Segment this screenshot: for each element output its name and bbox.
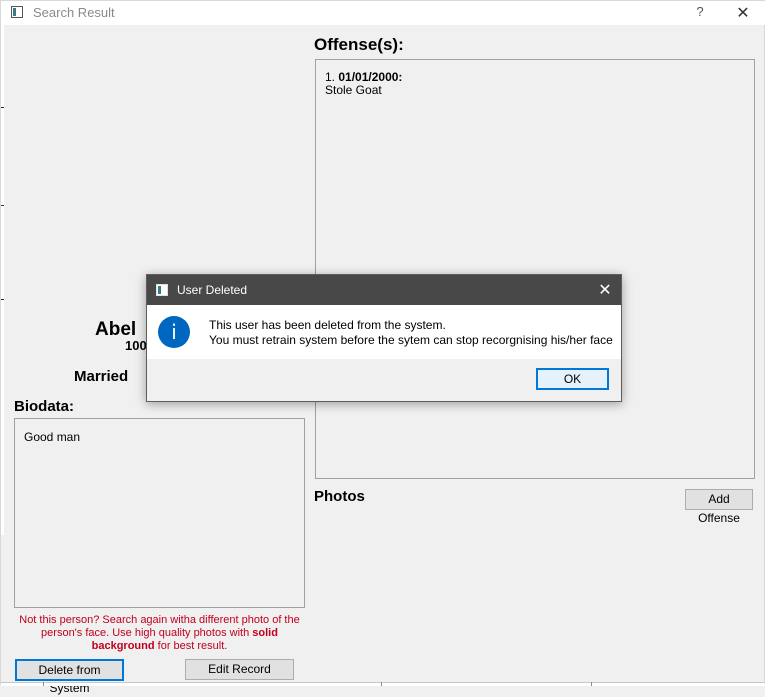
offense-list[interactable]: [315, 59, 755, 479]
help-icon[interactable]: ?: [693, 4, 707, 22]
window-title: Search Result: [33, 5, 115, 20]
dialog-title: User Deleted: [177, 283, 248, 297]
dialog-app-icon: [156, 284, 168, 296]
info-icon: i: [158, 316, 190, 348]
edge-divider: [1, 299, 4, 300]
biodata-textbox[interactable]: [14, 418, 305, 608]
offense-date: 01/01/2000:: [338, 70, 403, 84]
dialog-close-icon[interactable]: ✕: [597, 280, 613, 299]
marital-status: Married: [74, 368, 129, 385]
offense-heading: Offense(s):: [314, 35, 404, 54]
dialog-titlebar[interactable]: User Deleted ✕: [147, 275, 621, 305]
edit-record-button[interactable]: Edit Record: [185, 659, 294, 680]
ok-button[interactable]: OK: [536, 368, 609, 390]
window-titlebar[interactable]: Search Result ? ✕: [1, 1, 765, 25]
biodata-text: Good man: [24, 430, 81, 444]
offense-item: 1. 01/01/2000:: [325, 70, 402, 84]
close-icon[interactable]: ✕: [735, 3, 751, 22]
offense-description: Stole Goat: [325, 83, 382, 97]
dialog-message-line-2: You must retrain system before the sytem…: [209, 333, 613, 347]
app-icon: [11, 6, 23, 18]
offense-number: 1.: [325, 70, 336, 84]
edge-divider: [591, 682, 592, 686]
dialog-message-area: i This user has been deleted from the sy…: [147, 305, 621, 359]
delete-from-system-button[interactable]: Delete from System: [15, 659, 124, 695]
hint-text-end: for best result.: [154, 640, 228, 652]
user-deleted-dialog: User Deleted ✕ i This user has been dele…: [146, 274, 622, 402]
edge-divider: [43, 682, 44, 686]
bottom-edge: [1, 682, 765, 686]
edge-divider: [1, 107, 4, 108]
edge-divider: [381, 682, 382, 686]
photos-heading: Photos: [314, 488, 365, 505]
add-offense-button[interactable]: Add Offense: [685, 489, 753, 525]
edge-divider: [1, 205, 4, 206]
biodata-heading: Biodata:: [14, 398, 74, 415]
search-hint: Not this person? Search again witha diff…: [14, 614, 305, 653]
person-id: 100: [125, 338, 147, 353]
parent-window-edge: [1, 25, 4, 535]
dialog-message-line-1: This user has been deleted from the syst…: [209, 318, 446, 332]
